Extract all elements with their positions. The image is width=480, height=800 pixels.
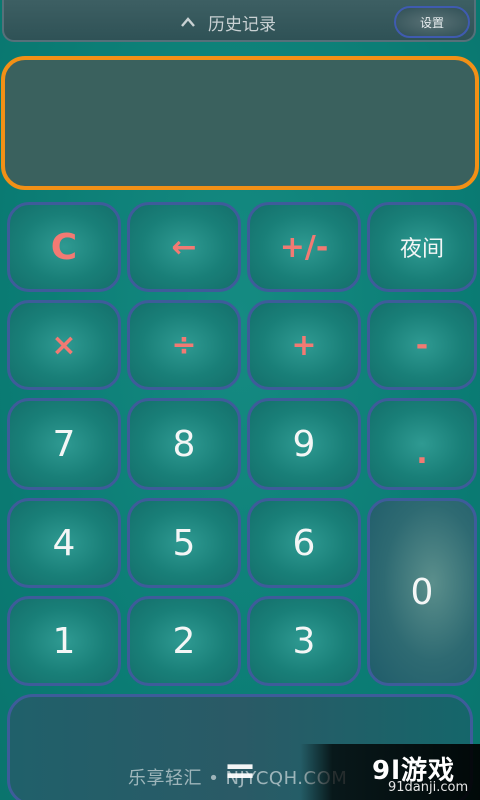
digit-8-label: 8 xyxy=(172,423,196,465)
clear-label: C xyxy=(50,226,78,268)
history-toggle[interactable]: 历史记录 xyxy=(180,9,276,35)
logo-watermark: 9l游戏 91danji.com xyxy=(300,744,480,800)
digit-9-button[interactable]: 9 xyxy=(247,398,361,490)
digit-5-button[interactable]: 5 xyxy=(127,498,241,588)
digit-6-label: 6 xyxy=(292,522,316,564)
digit-0-button[interactable]: 0 xyxy=(367,498,477,686)
digit-9-label: 9 xyxy=(292,423,316,465)
minus-icon: - xyxy=(415,327,429,363)
digit-8-button[interactable]: 8 xyxy=(127,398,241,490)
logo-subtitle: 91danji.com xyxy=(388,780,469,795)
chevron-up-icon xyxy=(181,17,195,27)
digit-3-button[interactable]: 3 xyxy=(247,596,361,686)
multiply-button[interactable]: × xyxy=(7,300,121,390)
digit-2-label: 2 xyxy=(172,620,196,662)
result-display xyxy=(1,56,479,190)
night-mode-label: 夜间 xyxy=(399,237,444,262)
history-label: 历史记录 xyxy=(208,14,276,35)
digit-1-label: 1 xyxy=(52,620,76,662)
clear-button[interactable]: C xyxy=(7,202,121,292)
digit-2-button[interactable]: 2 xyxy=(127,596,241,686)
backspace-button[interactable]: ← xyxy=(127,202,241,292)
digit-1-button[interactable]: 1 xyxy=(7,596,121,686)
decimal-label: . xyxy=(416,435,428,471)
sign-toggle-label: +/- xyxy=(279,229,329,265)
history-bar: 历史记录 设置 xyxy=(2,0,476,42)
digit-7-label: 7 xyxy=(52,423,76,465)
divide-icon: ÷ xyxy=(171,327,197,363)
decimal-button[interactable]: . xyxy=(367,398,477,490)
digit-3-label: 3 xyxy=(292,620,316,662)
digit-0-label: 0 xyxy=(410,571,434,613)
multiply-icon: × xyxy=(51,327,77,363)
calculator-screen: 历史记录 设置 C ← +/- 夜间 × ÷ + - 7 8 9 . 4 5 6… xyxy=(0,0,480,800)
digit-4-label: 4 xyxy=(52,522,76,564)
add-button[interactable]: + xyxy=(247,300,361,390)
divide-button[interactable]: ÷ xyxy=(127,300,241,390)
digit-5-label: 5 xyxy=(172,522,196,564)
plus-icon: + xyxy=(291,327,317,363)
subtract-button[interactable]: - xyxy=(367,300,477,390)
digit-7-button[interactable]: 7 xyxy=(7,398,121,490)
sign-toggle-button[interactable]: +/- xyxy=(247,202,361,292)
settings-button[interactable]: 设置 xyxy=(394,6,470,38)
digit-6-button[interactable]: 6 xyxy=(247,498,361,588)
backspace-icon: ← xyxy=(171,229,197,265)
digit-4-button[interactable]: 4 xyxy=(7,498,121,588)
night-mode-button[interactable]: 夜间 xyxy=(367,202,477,292)
